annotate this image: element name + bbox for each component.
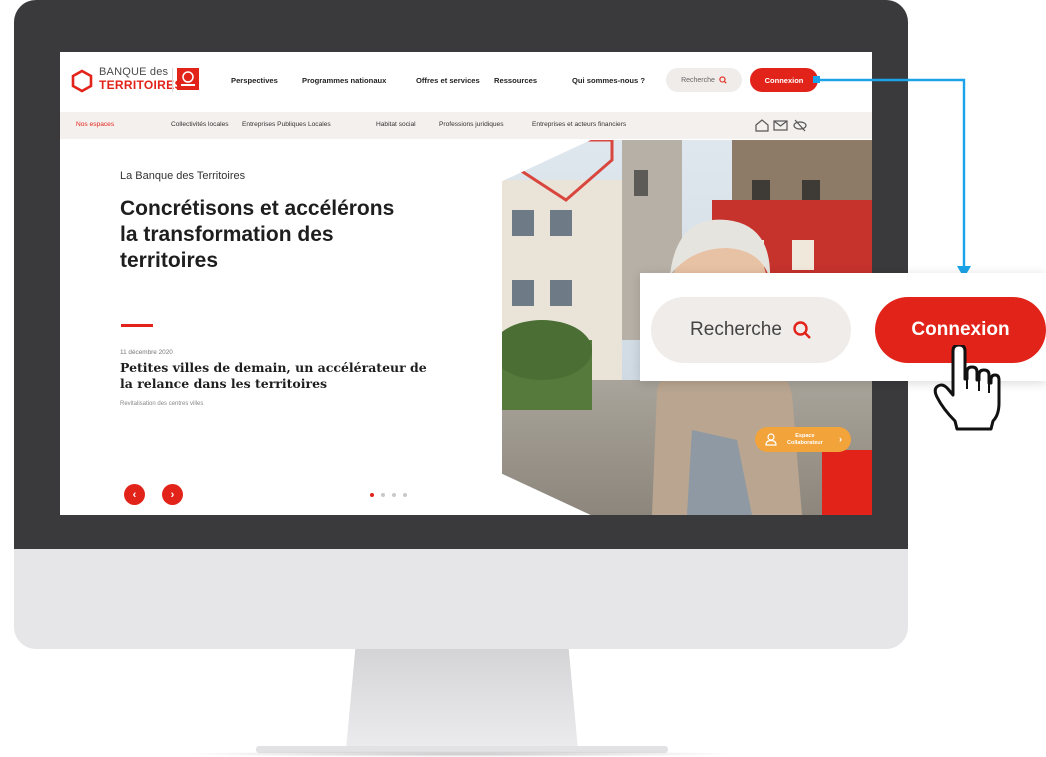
espace-label-line2: Collaborateur: [787, 439, 823, 446]
search-button[interactable]: Recherche: [666, 68, 742, 92]
chevron-right-icon: ›: [839, 434, 842, 444]
carousel-dot[interactable]: [392, 493, 396, 497]
nav-qui-sommes-nous[interactable]: Qui sommes-nous ?: [572, 76, 645, 85]
mail-icon[interactable]: [773, 120, 788, 131]
hero-kicker: La Banque des Territoires: [120, 170, 246, 182]
subnav-entreprises-financiers[interactable]: Entreprises et acteurs financiers: [532, 121, 626, 128]
subnav-habitat-social[interactable]: Habitat social: [376, 121, 416, 128]
news-tag[interactable]: Revitalisation des centres villes: [120, 401, 203, 407]
hero-title: Concrétisons et accélérons la transforma…: [120, 197, 395, 272]
monitor-chin: [14, 549, 908, 649]
espace-collaborateur-button[interactable]: Espace Collaborateur ›: [755, 427, 851, 452]
subnav-collectivites[interactable]: Collectivités locales: [171, 121, 229, 128]
zoom-search-button[interactable]: Recherche: [651, 297, 851, 363]
carousel-dot[interactable]: [403, 493, 407, 497]
nav-programmes-nationaux[interactable]: Programmes nationaux: [302, 76, 386, 85]
search-icon: [719, 76, 727, 84]
nav-offres-services[interactable]: Offres et services: [416, 76, 480, 85]
carousel-dots: [370, 493, 407, 497]
secondary-nav: Nos espaces Collectivités locales Entrep…: [60, 112, 872, 139]
nav-perspectives[interactable]: Perspectives: [231, 76, 278, 85]
user-icon: [765, 433, 777, 446]
hero-accent-bar: [121, 324, 153, 327]
login-button[interactable]: Connexion: [750, 68, 818, 92]
utility-icons: [755, 119, 807, 132]
caisse-depots-logo-icon: [177, 68, 199, 90]
subnav-label: Nos espaces: [76, 121, 115, 128]
search-label: Recherche: [681, 76, 715, 84]
chevron-left-icon: ‹: [132, 488, 137, 501]
subnav-epl[interactable]: Entreprises Publiques Locales: [242, 121, 331, 128]
news-title-link[interactable]: Petites villes de demain, un accélérateu…: [120, 360, 440, 392]
carousel-prev-button[interactable]: ‹: [124, 484, 145, 505]
carousel-next-button[interactable]: ›: [162, 484, 183, 505]
logo-divider: [172, 68, 173, 92]
search-icon: [793, 321, 811, 339]
home-icon[interactable]: [755, 119, 769, 132]
logo-text-top: BANQUE des: [99, 66, 169, 78]
site-header: BANQUE des TERRITOIRES Perspectives Prog…: [60, 52, 872, 108]
espace-label-line1: Espace: [795, 432, 815, 439]
subnav-professions-juridiques[interactable]: Professions juridiques: [439, 121, 504, 128]
carousel-dot[interactable]: [381, 493, 385, 497]
monitor-stand: [346, 649, 578, 750]
chevron-right-icon: ›: [170, 488, 175, 501]
nav-ressources[interactable]: Ressources: [494, 76, 537, 85]
accessibility-eye-icon[interactable]: [793, 119, 807, 132]
logo-text-bottom: TERRITOIRES: [99, 78, 183, 92]
carousel-dot[interactable]: [370, 493, 374, 497]
hand-pointer-icon: [933, 345, 1001, 431]
zoom-search-label: Recherche: [690, 319, 782, 340]
monitor-shadow: [180, 751, 740, 757]
news-date: 11 décembre 2020: [120, 349, 173, 356]
hexagon-logo-icon[interactable]: [70, 69, 94, 93]
